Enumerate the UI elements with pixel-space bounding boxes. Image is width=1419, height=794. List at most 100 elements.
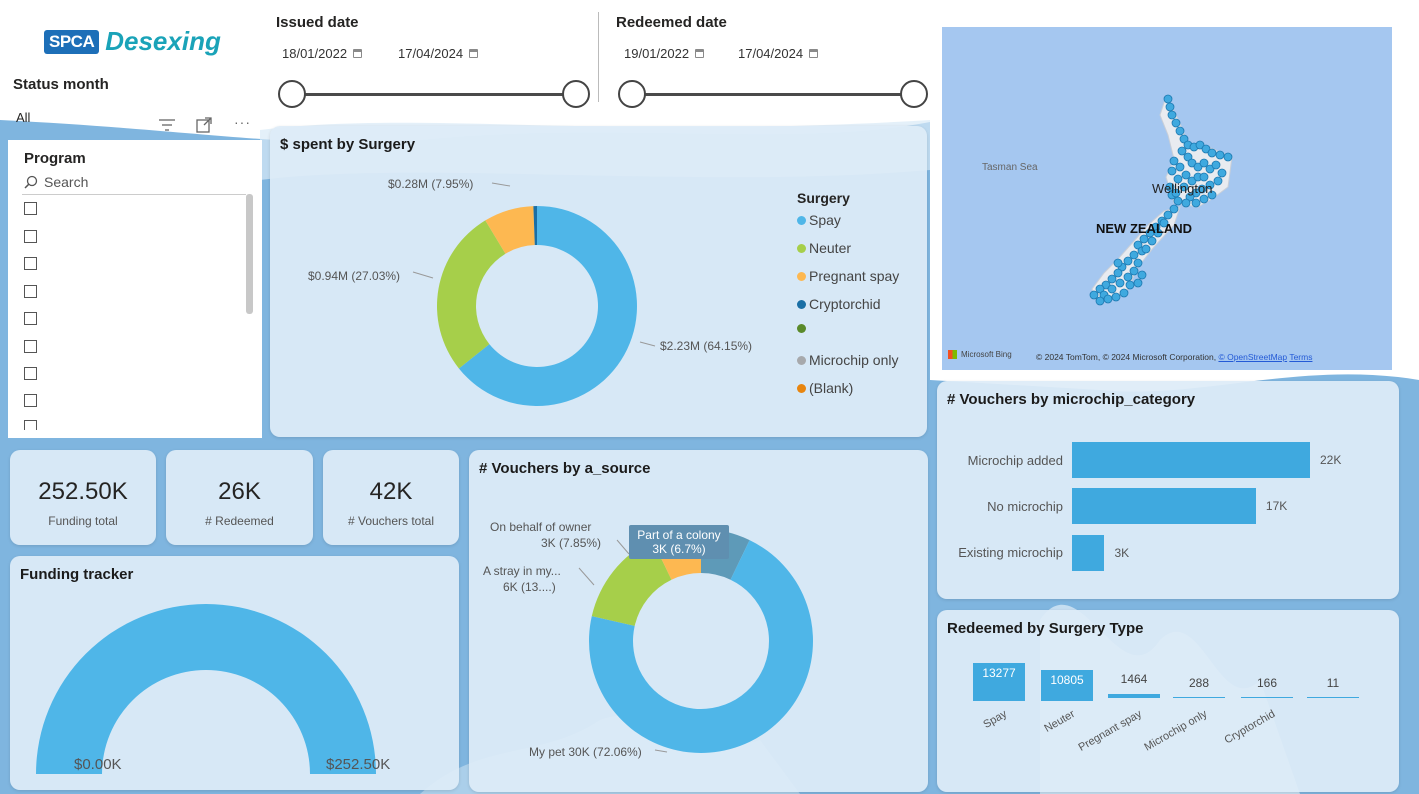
map-visual[interactable]: Tasman Sea Wellington NEW ZEALAND Micros… <box>942 27 1392 370</box>
map-location-dot[interactable] <box>1199 158 1209 168</box>
redeemed-date-start-handle[interactable] <box>618 80 646 108</box>
map-location-dot[interactable] <box>1141 244 1151 254</box>
program-checkbox[interactable] <box>24 285 37 298</box>
map-location-dot[interactable] <box>1199 172 1209 182</box>
microchip-bar[interactable] <box>1072 488 1256 524</box>
map-location-dot[interactable] <box>1115 278 1125 288</box>
legend-item-microchip-only[interactable]: Microchip only <box>797 352 898 368</box>
map-location-dot[interactable] <box>1207 148 1217 158</box>
map-location-dot[interactable] <box>1175 162 1185 172</box>
program-checkbox[interactable] <box>24 202 37 215</box>
surgery-type-bar[interactable]: 10805 <box>1041 670 1093 701</box>
map-location-dot[interactable] <box>1113 268 1123 278</box>
map-location-dot[interactable] <box>1129 266 1139 276</box>
map-location-dot[interactable] <box>1107 284 1117 294</box>
calendar-icon[interactable] <box>353 49 363 58</box>
map-location-dot[interactable] <box>1107 274 1117 284</box>
more-options-icon[interactable]: ··· <box>234 114 251 130</box>
program-checkbox[interactable] <box>24 367 37 380</box>
program-checkbox[interactable] <box>24 257 37 270</box>
calendar-icon[interactable] <box>469 49 479 58</box>
map-location-dot[interactable] <box>1123 256 1133 266</box>
surgery-type-bar[interactable] <box>1307 697 1359 698</box>
map-location-dot[interactable] <box>1211 160 1221 170</box>
microchip-bar[interactable] <box>1072 442 1310 478</box>
map-location-dot[interactable] <box>1175 126 1185 136</box>
map-location-dot[interactable] <box>1111 292 1121 302</box>
map-location-dot[interactable] <box>1129 250 1139 260</box>
calendar-icon[interactable] <box>695 49 705 58</box>
program-search-box[interactable]: Search <box>24 174 88 190</box>
terms-link[interactable]: Terms <box>1289 352 1312 362</box>
a-stray-label: A stray in my... <box>483 564 561 578</box>
map-location-dot[interactable] <box>1173 196 1183 206</box>
program-checkbox[interactable] <box>24 230 37 243</box>
map-location-dot[interactable] <box>1223 152 1233 162</box>
map-location-dot[interactable] <box>1215 150 1225 160</box>
calendar-icon[interactable] <box>809 49 819 58</box>
vouchers-by-source-donut[interactable] <box>469 450 928 792</box>
new-zealand-map[interactable]: Tasman Sea Wellington NEW ZEALAND <box>942 27 1392 370</box>
map-location-dot[interactable] <box>1123 272 1133 282</box>
map-location-dot[interactable] <box>1171 118 1181 128</box>
redeemed-date-end-handle[interactable] <box>900 80 928 108</box>
program-checkbox[interactable] <box>24 340 37 353</box>
map-location-dot[interactable] <box>1133 258 1143 268</box>
map-location-dot[interactable] <box>1181 170 1191 180</box>
map-location-dot[interactable] <box>1165 102 1175 112</box>
pregnant-spay-data-label: $0.28M (7.95%) <box>388 177 474 191</box>
legend-item-spay[interactable]: Spay <box>797 212 841 228</box>
map-location-dot[interactable] <box>1163 210 1173 220</box>
map-location-dot[interactable] <box>1139 234 1149 244</box>
map-location-dot[interactable] <box>1167 110 1177 120</box>
surgery-type-bar[interactable] <box>1108 694 1160 698</box>
legend-item-pregnant-spay[interactable]: Pregnant spay <box>797 268 899 284</box>
map-location-dot[interactable] <box>1147 236 1157 246</box>
program-checkbox[interactable] <box>24 420 37 430</box>
legend-item-blank-green[interactable] <box>797 324 809 333</box>
surgery-type-bar[interactable] <box>1173 697 1225 698</box>
map-location-dot[interactable] <box>1191 198 1201 208</box>
funding-gauge[interactable] <box>10 556 459 790</box>
map-location-dot[interactable] <box>1213 176 1223 186</box>
focus-mode-icon[interactable] <box>196 117 212 133</box>
gauge-fill[interactable] <box>36 604 376 774</box>
map-location-dot[interactable] <box>1181 198 1191 208</box>
map-location-dot[interactable] <box>1137 270 1147 280</box>
map-location-dot[interactable] <box>1133 278 1143 288</box>
map-location-dot[interactable] <box>1167 166 1177 176</box>
issued-end-date-input[interactable]: 17/04/2024 <box>398 46 479 61</box>
map-location-dot[interactable] <box>1089 290 1099 300</box>
redeemed-start-date-input[interactable]: 19/01/2022 <box>624 46 705 61</box>
issued-date-start-handle[interactable] <box>278 80 306 108</box>
legend-item-blank[interactable]: (Blank) <box>797 380 853 396</box>
map-location-dot[interactable] <box>1103 294 1113 304</box>
issued-start-date-input[interactable]: 18/01/2022 <box>282 46 363 61</box>
map-location-dot[interactable] <box>1199 194 1209 204</box>
map-location-dot[interactable] <box>1113 258 1123 268</box>
filter-icon[interactable] <box>158 118 176 132</box>
program-checkbox[interactable] <box>24 312 37 325</box>
map-location-dot[interactable] <box>1177 146 1187 156</box>
map-location-dot[interactable] <box>1217 168 1227 178</box>
map-location-dot[interactable] <box>1169 204 1179 214</box>
map-location-dot[interactable] <box>1095 296 1105 306</box>
openstreetmap-link[interactable]: © OpenStreetMap <box>1218 352 1287 362</box>
surgery-type-bar[interactable] <box>1241 697 1293 698</box>
status-month-dropdown[interactable]: All <box>16 110 30 125</box>
map-location-dot[interactable] <box>1125 280 1135 290</box>
legend-item-neuter[interactable]: Neuter <box>797 240 851 256</box>
issued-date-end-handle[interactable] <box>562 80 590 108</box>
program-checkbox[interactable] <box>24 394 37 407</box>
map-location-dot[interactable] <box>1119 288 1129 298</box>
map-location-dot[interactable] <box>1163 94 1173 104</box>
issued-date-slider-track[interactable] <box>292 93 576 96</box>
microchip-bar[interactable] <box>1072 535 1105 571</box>
program-scrollbar[interactable] <box>246 194 253 314</box>
donut-slice-neuter[interactable] <box>436 220 506 369</box>
map-location-dot[interactable] <box>1169 156 1179 166</box>
legend-item-cryptorchid[interactable]: Cryptorchid <box>797 296 881 312</box>
redeemed-end-date-input[interactable]: 17/04/2024 <box>738 46 819 61</box>
redeemed-date-slider-track[interactable] <box>632 93 914 96</box>
surgery-type-bar[interactable]: 13277 <box>973 663 1025 701</box>
